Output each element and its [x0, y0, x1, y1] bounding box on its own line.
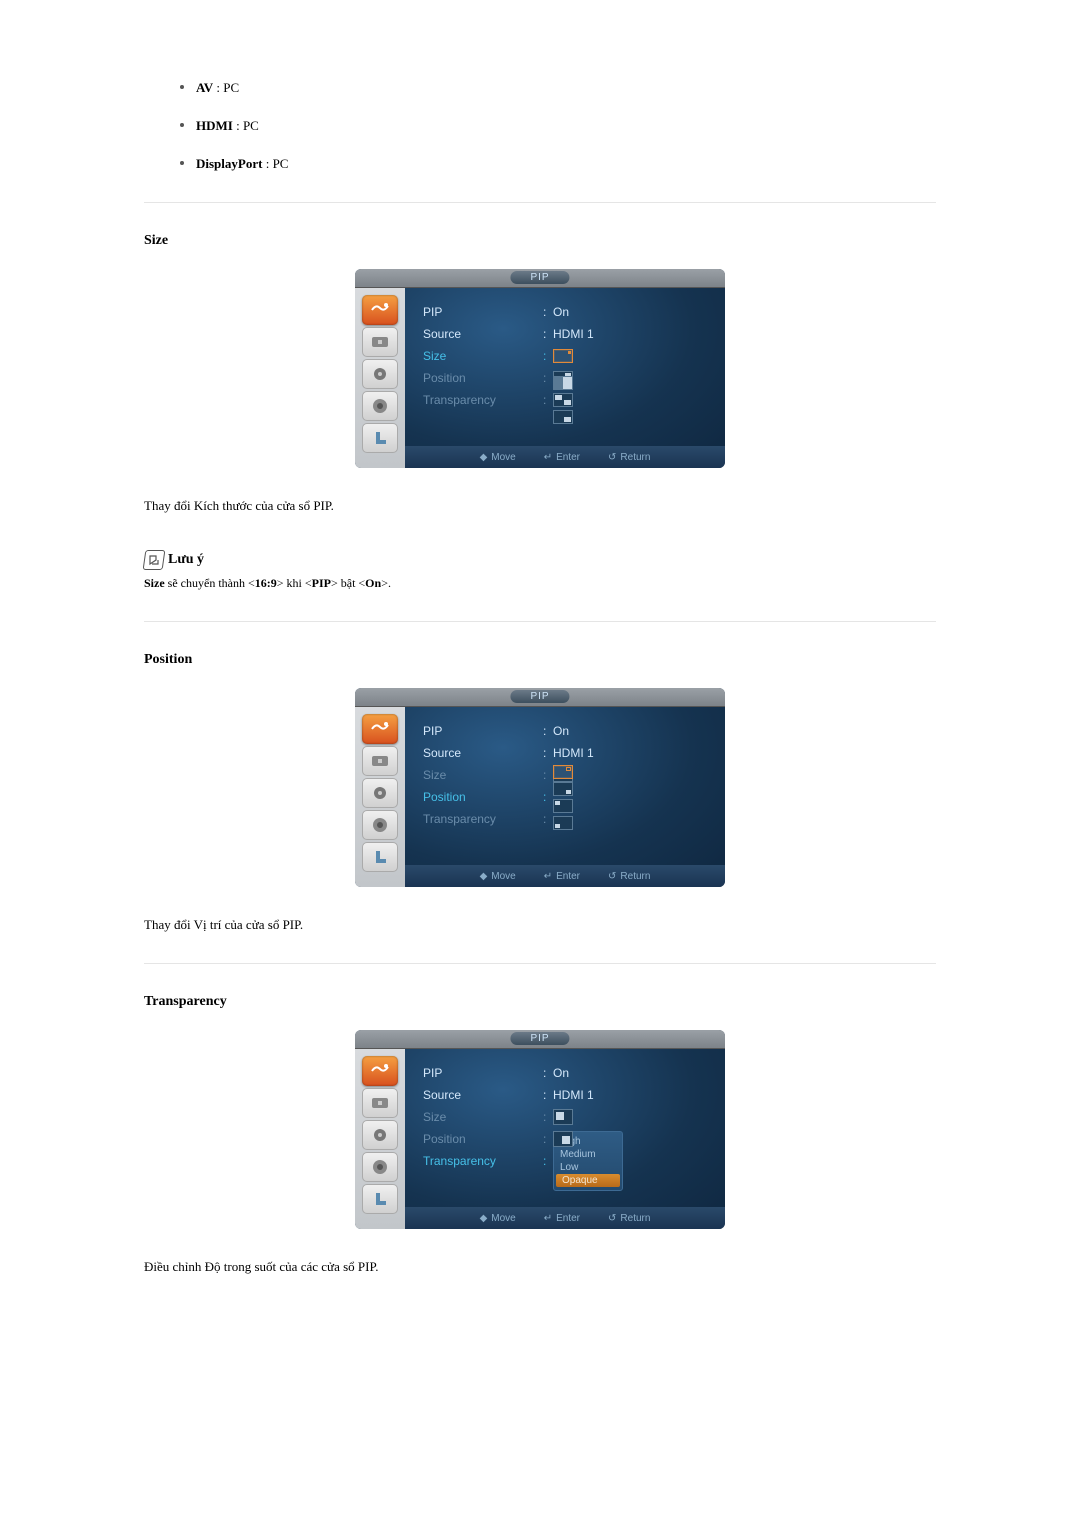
position-tl-icon [553, 799, 573, 813]
osd-footer: ◆ Move ↵ Enter ↺ Return [405, 1207, 725, 1229]
osd-tab-label: PIP [510, 271, 569, 284]
osd-panel-position: PIP PIP:On Source:HDMI 1 Size: Position: [355, 688, 725, 887]
osd-tab-label: PIP [510, 1032, 569, 1045]
size-icon [553, 1109, 573, 1125]
note-text: Size sẽ chuyển thành <16:9> khi <PIP> bậ… [144, 576, 936, 591]
footer-move: ◆ Move [480, 871, 516, 882]
osd-sidebar [355, 1049, 405, 1229]
transparency-option-low[interactable]: Low [554, 1161, 622, 1174]
note-title: Lưu ý [168, 552, 204, 568]
position-tr-icon [553, 765, 573, 779]
osd-row-size[interactable]: Size : [423, 346, 707, 366]
sidebar-gear-icon[interactable] [362, 391, 398, 421]
section-title-transparency: Transparency [144, 994, 936, 1010]
sidebar-gear-icon[interactable] [362, 810, 398, 840]
osd-row-size[interactable]: Size: [423, 1107, 707, 1127]
size-icon-quad [553, 393, 573, 407]
size-option-icon [553, 349, 573, 363]
osd-sidebar [355, 288, 405, 468]
osd-row-pip[interactable]: PIP:On [423, 1063, 707, 1083]
footer-enter: ↵ Enter [544, 452, 580, 463]
osd-row-source[interactable]: Source:HDMI 1 [423, 1085, 707, 1105]
footer-enter: ↵ Enter [544, 871, 580, 882]
divider [144, 963, 936, 964]
sidebar-source-icon[interactable] [362, 1088, 398, 1118]
sidebar-picture-icon[interactable] [362, 1056, 398, 1086]
osd-panel-size: PIP [355, 269, 725, 468]
position-br-icon [553, 782, 573, 796]
sidebar-info-icon[interactable] [362, 423, 398, 453]
sidebar-info-icon[interactable] [362, 842, 398, 872]
section-title-position: Position [144, 652, 936, 668]
size-icon-half [553, 376, 573, 390]
sidebar-settings-icon[interactable] [362, 1120, 398, 1150]
position-icon [553, 1131, 573, 1147]
osd-row-position[interactable]: Position: [423, 787, 707, 807]
sidebar-settings-icon[interactable] [362, 778, 398, 808]
osd-footer: ◆ Move ↵ Enter ↺ Return [405, 446, 725, 468]
sidebar-source-icon[interactable] [362, 327, 398, 357]
position-description: Thay đổi Vị trí của cửa sổ PIP. [144, 917, 936, 933]
sidebar-settings-icon[interactable] [362, 359, 398, 389]
size-icon-corner [553, 410, 573, 424]
osd-row-source[interactable]: Source:HDMI 1 [423, 743, 707, 763]
osd-tab-label: PIP [510, 690, 569, 703]
osd-row-pip[interactable]: PIP : On [423, 302, 707, 322]
position-bl-icon [553, 816, 573, 830]
osd-footer: ◆ Move ↵ Enter ↺ Return [405, 865, 725, 887]
transparency-option-medium[interactable]: Medium [554, 1148, 622, 1161]
input-source-list: AV : PC HDMI : PC DisplayPort : PC [180, 80, 936, 172]
input-item-hdmi: HDMI : PC [180, 118, 936, 134]
divider [144, 621, 936, 622]
sidebar-source-icon[interactable] [362, 746, 398, 776]
footer-return: ↺ Return [608, 1213, 650, 1224]
footer-enter: ↵ Enter [544, 1213, 580, 1224]
sidebar-gear-icon[interactable] [362, 1152, 398, 1182]
osd-row-source[interactable]: Source : HDMI 1 [423, 324, 707, 344]
footer-return: ↺ Return [608, 452, 650, 463]
osd-sidebar [355, 707, 405, 887]
note-block: Lưu ý Size sẽ chuyển thành <16:9> khi <P… [144, 550, 936, 591]
sidebar-info-icon[interactable] [362, 1184, 398, 1214]
transparency-option-opaque[interactable]: Opaque [556, 1174, 620, 1187]
transparency-description: Điều chỉnh Độ trong suốt của các cửa sổ … [144, 1259, 936, 1275]
input-item-displayport: DisplayPort : PC [180, 156, 936, 172]
input-item-av: AV : PC [180, 80, 936, 96]
sidebar-picture-icon[interactable] [362, 714, 398, 744]
section-title-size: Size [144, 233, 936, 249]
osd-row-transparency[interactable]: Transparency: High Medium Low Opaque [423, 1151, 707, 1171]
note-icon [143, 550, 166, 570]
footer-move: ◆ Move [480, 452, 516, 463]
sidebar-picture-icon[interactable] [362, 295, 398, 325]
footer-return: ↺ Return [608, 871, 650, 882]
footer-move: ◆ Move [480, 1213, 516, 1224]
osd-row-pip[interactable]: PIP:On [423, 721, 707, 741]
osd-row-transparency[interactable]: Transparency : [423, 390, 707, 410]
size-description: Thay đổi Kích thước của cửa sổ PIP. [144, 498, 936, 514]
osd-panel-transparency: PIP PIP:On Source:HDMI 1 Size: Position:… [355, 1030, 725, 1229]
divider [144, 202, 936, 203]
